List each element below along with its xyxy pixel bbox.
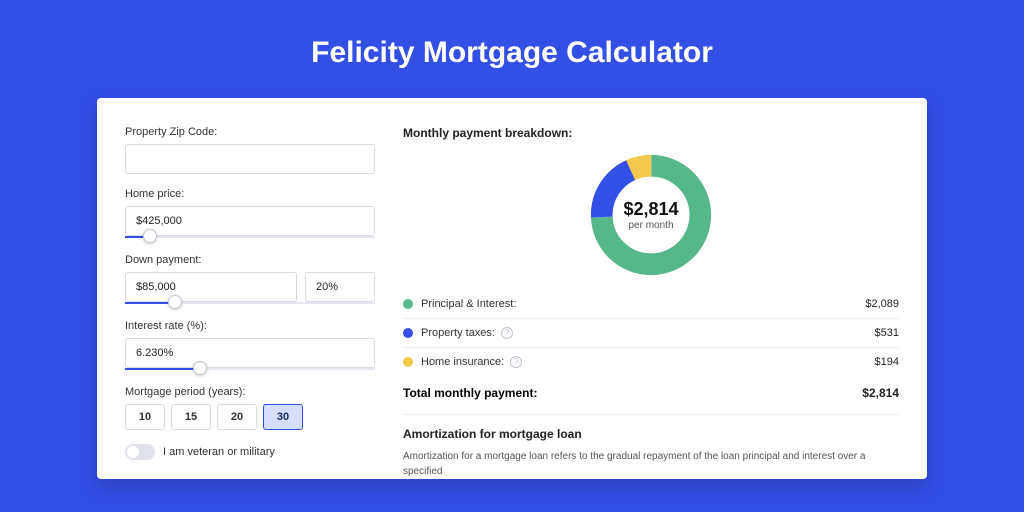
breakdown-item-value: $194 <box>875 356 899 368</box>
period-block: Mortgage period (years): 10152030 <box>125 386 375 430</box>
breakdown-column: Monthly payment breakdown: $2,814 per mo… <box>403 126 899 479</box>
info-icon[interactable]: ? <box>501 327 513 339</box>
swatch <box>403 299 413 309</box>
breakdown-item-label: Principal & Interest: <box>421 298 516 310</box>
amortization-title: Amortization for mortgage loan <box>403 414 899 441</box>
breakdown-line: Principal & Interest: $2,089 <box>403 290 899 319</box>
period-option-30[interactable]: 30 <box>263 404 303 430</box>
interest-slider[interactable] <box>125 366 375 372</box>
breakdown-item-value: $2,089 <box>865 298 899 310</box>
down-payment-block: Down payment: <box>125 254 375 306</box>
period-option-15[interactable]: 15 <box>171 404 211 430</box>
breakdown-title: Monthly payment breakdown: <box>403 126 899 140</box>
amortization-body: Amortization for a mortgage loan refers … <box>403 449 899 479</box>
breakdown-lines: Principal & Interest: $2,089 Property taxe… <box>403 290 899 376</box>
info-icon[interactable]: ? <box>510 356 522 368</box>
down-payment-amount-input[interactable] <box>125 272 297 302</box>
veteran-label: I am veteran or military <box>163 446 275 458</box>
interest-block: Interest rate (%): <box>125 320 375 372</box>
page-title: Felicity Mortgage Calculator <box>0 36 1024 70</box>
donut-center-value: $2,814 <box>623 199 678 220</box>
down-payment-label: Down payment: <box>125 254 375 266</box>
veteran-toggle[interactable] <box>125 444 155 460</box>
veteran-row: I am veteran or military <box>125 444 375 460</box>
swatch <box>403 328 413 338</box>
total-label: Total monthly payment: <box>403 386 537 400</box>
home-price-label: Home price: <box>125 188 375 200</box>
home-price-slider[interactable] <box>125 234 375 240</box>
zip-block: Property Zip Code: <box>125 126 375 174</box>
inputs-column: Property Zip Code: Home price: Down paym… <box>125 126 375 479</box>
interest-input[interactable] <box>125 338 375 368</box>
home-price-block: Home price: <box>125 188 375 240</box>
slider-thumb[interactable] <box>168 295 182 309</box>
slider-thumb[interactable] <box>143 229 157 243</box>
breakdown-item-value: $531 <box>875 327 899 339</box>
calculator-card: Property Zip Code: Home price: Down paym… <box>97 98 927 479</box>
period-options: 10152030 <box>125 404 375 430</box>
breakdown-line: Property taxes:? $531 <box>403 319 899 348</box>
interest-label: Interest rate (%): <box>125 320 375 332</box>
period-label: Mortgage period (years): <box>125 386 375 398</box>
total-line: Total monthly payment: $2,814 <box>403 376 899 414</box>
period-option-20[interactable]: 20 <box>217 404 257 430</box>
swatch <box>403 357 413 367</box>
donut-center-sub: per month <box>628 220 673 231</box>
breakdown-item-label: Property taxes: <box>421 327 495 339</box>
slider-thumb[interactable] <box>193 361 207 375</box>
down-payment-slider[interactable] <box>125 300 375 306</box>
zip-input[interactable] <box>125 144 375 174</box>
breakdown-line: Home insurance:? $194 <box>403 348 899 376</box>
total-value: $2,814 <box>862 386 899 400</box>
home-price-input[interactable] <box>125 206 375 236</box>
period-option-10[interactable]: 10 <box>125 404 165 430</box>
down-payment-pct-input[interactable] <box>305 272 375 302</box>
zip-label: Property Zip Code: <box>125 126 375 138</box>
donut-chart: $2,814 per month <box>403 150 899 290</box>
breakdown-item-label: Home insurance: <box>421 356 504 368</box>
